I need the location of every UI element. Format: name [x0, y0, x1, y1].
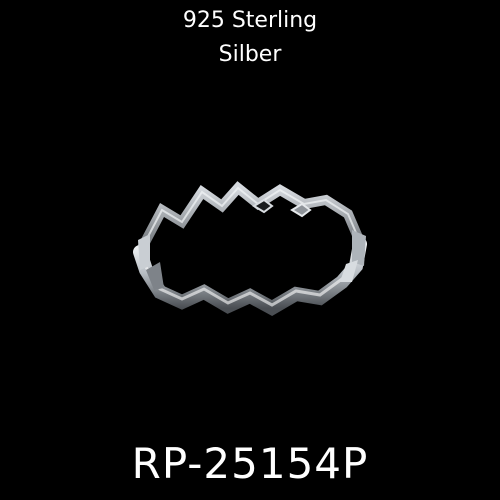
material-caption-line-1: 925 Sterling	[182, 8, 318, 33]
product-photo: 925 Sterling Silber RP-25154P	[0, 0, 500, 500]
product-code: RP-25154P	[131, 439, 369, 488]
ring-front-band	[133, 237, 367, 317]
material-caption-line-2: Silber	[218, 42, 282, 67]
zigzag-ring-image	[133, 181, 367, 317]
